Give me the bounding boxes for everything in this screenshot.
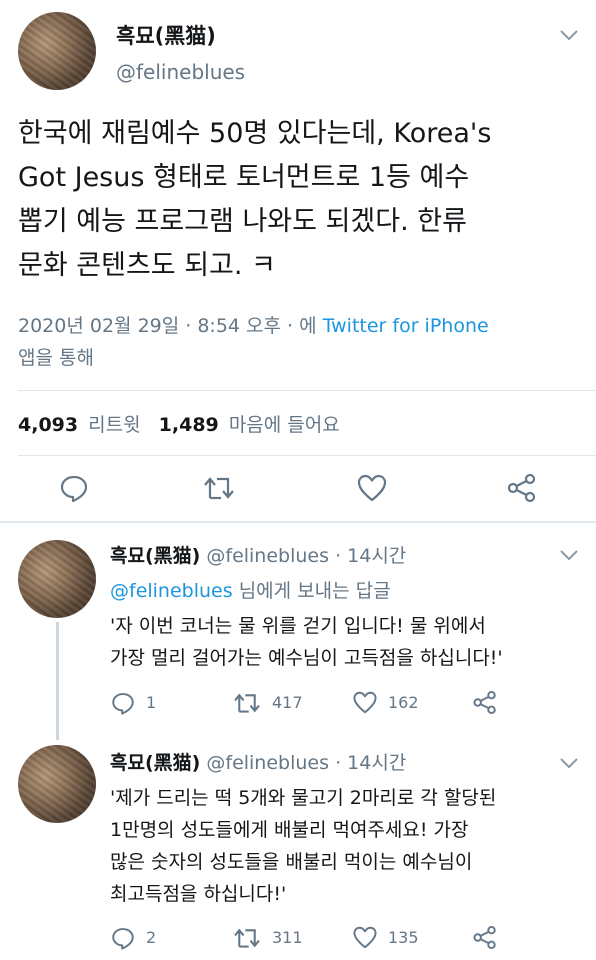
reply-text-line: 1만명의 성도들에게 배불리 먹여주세요! 가장: [110, 819, 469, 841]
handle[interactable]: @felineblues: [206, 545, 329, 567]
via-label: 앱을 통해: [18, 347, 94, 369]
display-name[interactable]: 흑묘(黑猫): [110, 752, 200, 774]
retweet-count: 417: [272, 693, 303, 712]
reply-count: 2: [146, 928, 157, 947]
avatar[interactable]: [18, 745, 96, 823]
timestamp[interactable]: · 14시간: [335, 545, 406, 567]
retweet-label[interactable]: 리트윗: [88, 414, 140, 436]
reply-text: '제가 드리는 떡 5개와 물고기 2마리로 각 할당된 1만명의 성도들에게 …: [110, 782, 496, 910]
reply-context: @felineblues 님에게 보내는 답글: [110, 576, 391, 603]
heart-icon[interactable]: [352, 690, 378, 715]
reply-text-line: '자 이번 코너는 물 위를 걷기 입니다! 물 위에서: [110, 615, 486, 637]
reply-to-handle[interactable]: @felineblues: [110, 580, 233, 602]
display-name[interactable]: 흑묘(黑猫): [116, 20, 216, 50]
divider: [18, 455, 596, 456]
timestamp[interactable]: · 14시간: [335, 752, 406, 774]
handle[interactable]: @felineblues: [206, 752, 329, 774]
reply-header: 흑묘(黑猫) @felineblues · 14시간: [110, 541, 406, 568]
like-label[interactable]: 마음에 들어요: [229, 414, 340, 436]
reply-text-line: 최고득점을 하십니다!': [110, 883, 287, 905]
reply-header: 흑묘(黑猫) @felineblues · 14시간: [110, 748, 406, 775]
like-count: 135: [388, 928, 419, 947]
share-icon[interactable]: [506, 473, 538, 503]
reply-text-line: '제가 드리는 떡 5개와 물고기 2마리로 각 할당된: [110, 787, 497, 809]
tweet-text: 한국에 재림예수 50명 있다는데, Korea's Got Jesus 형태로…: [18, 112, 588, 288]
chevron-down-icon[interactable]: [558, 548, 580, 562]
avatar[interactable]: [18, 540, 96, 618]
retweet-icon[interactable]: [232, 691, 262, 715]
tweet-text-line: 문화 콘텐츠도 되고. ㅋ: [18, 250, 276, 281]
chevron-down-icon[interactable]: [558, 756, 580, 770]
like-count: 162: [388, 693, 419, 712]
heart-icon[interactable]: [352, 925, 378, 950]
retweet-icon[interactable]: [232, 926, 262, 950]
tweet-text-line: 뽑기 예능 프로그램 나와도 되겠다. 한류: [18, 206, 467, 237]
chevron-down-icon[interactable]: [558, 28, 580, 42]
reply-count: 1: [146, 693, 157, 712]
reply-text: '자 이번 코너는 물 위를 걷기 입니다! 물 위에서 가장 멀리 걸어가는 …: [110, 610, 503, 674]
heart-icon[interactable]: [356, 473, 388, 503]
source-link[interactable]: Twitter for iPhone: [323, 315, 489, 337]
avatar[interactable]: [18, 12, 96, 90]
tweet-text-line: 한국에 재림예수 50명 있다는데, Korea's: [18, 118, 492, 149]
tweet-stats: 4,093 리트윗 1,489 마음에 들어요: [18, 410, 340, 437]
section-divider: [0, 521, 596, 523]
reply-text-line: 가장 멀리 걸어가는 예수님이 고득점을 하십니다!': [110, 647, 503, 669]
divider: [18, 390, 596, 391]
reply-to-label: 님에게 보내는 답글: [238, 580, 391, 602]
like-count[interactable]: 1,489: [159, 414, 219, 436]
retweet-count[interactable]: 4,093: [18, 414, 78, 436]
tweet-meta: 2020년 02월 29일 · 8:54 오후 · 에 Twitter for …: [18, 310, 588, 374]
handle[interactable]: @felineblues: [116, 60, 245, 84]
timestamp[interactable]: 2020년 02월 29일 · 8:54 오후 · 에: [18, 315, 317, 337]
retweet-icon[interactable]: [202, 474, 236, 502]
reply-text-line: 많은 숫자의 성도들을 배불리 먹이는 예수님이: [110, 851, 473, 873]
share-icon[interactable]: [472, 690, 498, 715]
reply-icon[interactable]: [110, 690, 136, 716]
reply-icon[interactable]: [110, 925, 136, 951]
retweet-count: 311: [272, 928, 303, 947]
share-icon[interactable]: [472, 925, 498, 950]
tweet-text-line: Got Jesus 형태로 토너먼트로 1등 예수: [18, 162, 470, 193]
display-name[interactable]: 흑묘(黑猫): [110, 545, 200, 567]
reply-icon[interactable]: [58, 472, 90, 504]
thread-line: [56, 622, 59, 740]
